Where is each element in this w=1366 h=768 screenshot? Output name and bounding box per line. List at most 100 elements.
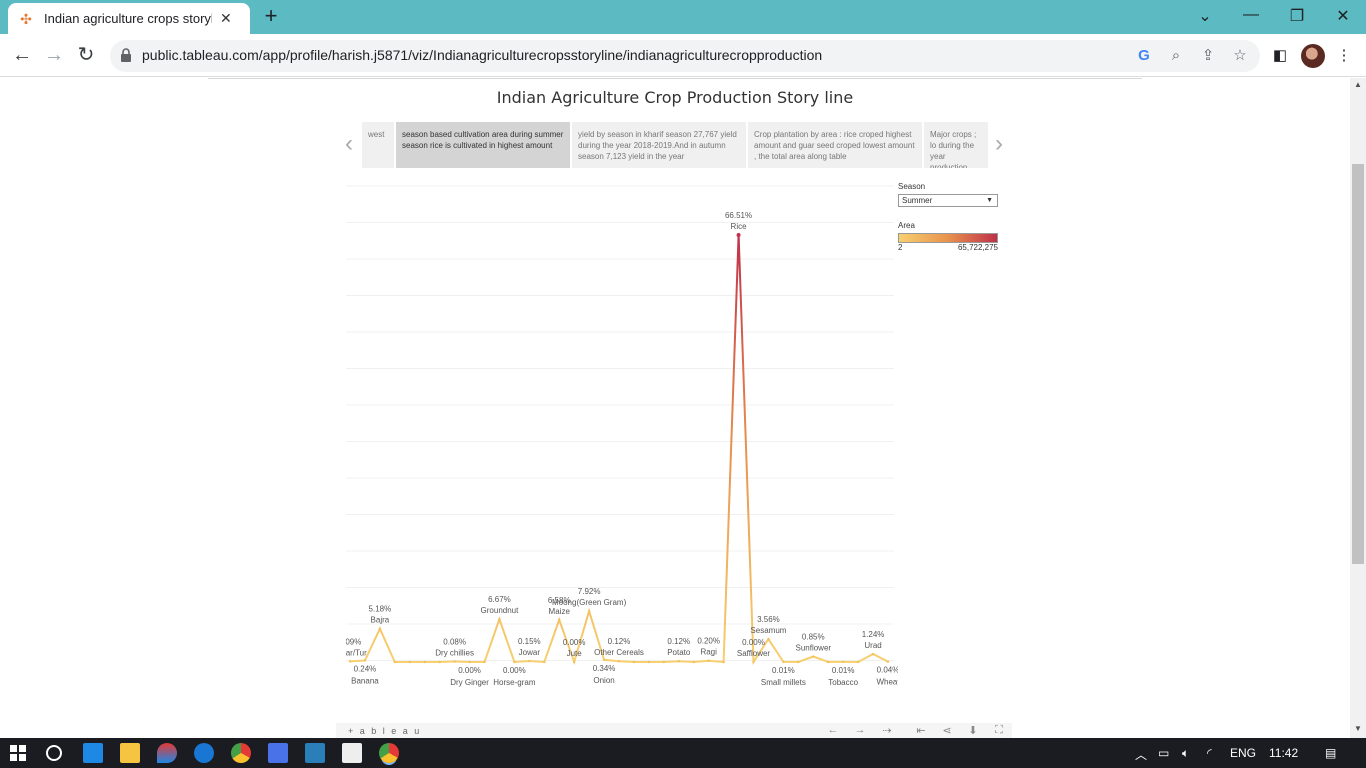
data-point[interactable] [438,660,441,664]
drop-app-icon[interactable] [157,743,177,763]
story-point[interactable]: yield by season in kharif season 27,767 … [572,122,746,168]
data-point[interactable] [513,660,516,664]
data-point[interactable] [498,617,501,621]
data-point[interactable] [378,627,382,630]
file-explorer-icon[interactable] [120,743,140,763]
scroll-down-icon[interactable]: ▼ [1350,724,1366,738]
menu-kebab-icon[interactable]: ⋮ [1334,46,1354,66]
photos-app-icon[interactable] [342,743,362,763]
snow-app-icon[interactable] [305,743,325,763]
revert-icon[interactable]: ⇢ [880,724,894,737]
volume-icon[interactable]: 🔈︎ [1182,746,1189,761]
data-point[interactable] [662,660,666,664]
notifications-icon[interactable]: ▤ [1325,746,1336,760]
profile-avatar[interactable] [1301,44,1325,68]
data-point[interactable] [677,660,680,663]
data-point[interactable] [528,659,531,663]
forward-button[interactable]: → [41,43,67,69]
data-label-crop: Other Cereals [594,648,644,657]
close-tab-icon[interactable]: ✕ [220,10,232,27]
data-point[interactable] [602,658,606,662]
season-dropdown[interactable]: Summer ▼ [898,194,998,207]
word-app-icon[interactable] [268,743,288,763]
wifi-icon[interactable]: ◜ [1207,746,1212,760]
data-point[interactable] [841,660,845,664]
data-label-pct: 0.24% [354,664,377,673]
scroll-up-icon[interactable]: ▲ [1350,80,1366,94]
share-icon[interactable]: ⇪ [1198,46,1218,66]
data-point[interactable] [782,660,785,664]
side-panel-icon[interactable]: ◧ [1270,46,1290,66]
data-point[interactable] [408,660,411,664]
reload-button[interactable]: ↻ [73,43,99,69]
data-point[interactable] [543,660,546,664]
data-point[interactable] [617,660,621,663]
scroll-thumb[interactable] [1352,164,1364,564]
data-point[interactable] [647,660,651,664]
windows-start-icon[interactable] [10,745,26,761]
edge-browser-icon[interactable] [194,743,214,763]
data-point[interactable] [692,660,695,664]
data-point[interactable] [767,637,770,641]
story-point-active[interactable]: season based cultivation area during sum… [396,122,570,168]
clock[interactable]: 11:42 [1269,746,1298,760]
minimize-button[interactable]: — [1239,6,1263,24]
data-point[interactable] [736,232,741,237]
data-point[interactable] [393,660,397,664]
data-point[interactable] [558,618,561,621]
data-point[interactable] [483,660,486,664]
data-point[interactable] [632,660,636,664]
mail-app-icon[interactable] [83,743,103,763]
data-point[interactable] [856,660,860,664]
data-point[interactable] [752,660,755,664]
chrome-active-icon[interactable] [379,743,399,763]
address-bar[interactable]: public.tableau.com/app/profile/harish.j5… [110,40,1260,72]
language-indicator[interactable]: ENG [1230,746,1256,760]
tab-search-icon[interactable]: ⌄ [1193,6,1217,26]
data-point[interactable] [886,660,890,663]
fullscreen-icon[interactable]: ⛶ [992,724,1006,737]
show-hidden-icons-icon[interactable]: ︿ [1135,746,1147,763]
data-label-pct: 66.51% [725,211,752,220]
zoom-icon[interactable]: ⌕ [1166,46,1186,66]
data-point[interactable] [707,659,710,662]
story-point[interactable]: Crop plantation by area : rice croped hi… [748,122,922,168]
download-icon[interactable]: ⬇ [966,724,980,737]
data-point[interactable] [348,660,352,663]
chrome-icon[interactable] [231,743,251,763]
bookmark-star-icon[interactable]: ☆ [1230,46,1250,66]
battery-icon[interactable]: ▭ [1158,746,1169,760]
data-label-crop: Jute [567,649,583,658]
data-point[interactable] [423,660,426,664]
legend-min: 2 [898,243,903,252]
data-point[interactable] [722,660,725,664]
tableau-logo[interactable]: + a b l e a u [348,726,421,736]
data-point[interactable] [587,609,591,613]
data-point[interactable] [812,655,815,658]
browser-tab[interactable]: ✣ Indian agriculture crops storyline ✕ [8,3,250,34]
story-prev-arrow-icon[interactable]: ‹ [340,132,358,158]
search-circle-icon[interactable] [46,745,62,761]
undo-icon[interactable]: ← [826,724,840,736]
reset-icon[interactable]: ⇤ [914,724,928,737]
page-scrollbar[interactable]: ▲ ▼ [1350,78,1366,738]
redo-icon[interactable]: → [853,724,867,736]
data-point[interactable] [572,660,576,664]
story-point[interactable]: Major crops ; lo during the year product… [924,122,988,168]
new-tab-button[interactable]: + [260,5,282,28]
data-label-pct: 0.00% [458,666,481,675]
share-viz-icon[interactable]: ⋖ [940,724,954,737]
back-button[interactable]: ← [9,43,35,69]
data-point[interactable] [871,652,875,656]
data-label-pct: 5.18% [369,605,392,614]
restore-button[interactable]: ❐ [1285,6,1309,26]
data-point[interactable] [797,660,800,664]
story-point[interactable]: west [362,122,394,168]
story-next-arrow-icon[interactable]: › [990,132,1008,158]
data-point[interactable] [363,659,367,662]
close-window-button[interactable]: ✕ [1331,6,1355,26]
google-lens-icon[interactable]: G [1134,46,1154,66]
data-point[interactable] [468,660,471,664]
data-point[interactable] [827,660,830,664]
data-point[interactable] [453,660,456,663]
